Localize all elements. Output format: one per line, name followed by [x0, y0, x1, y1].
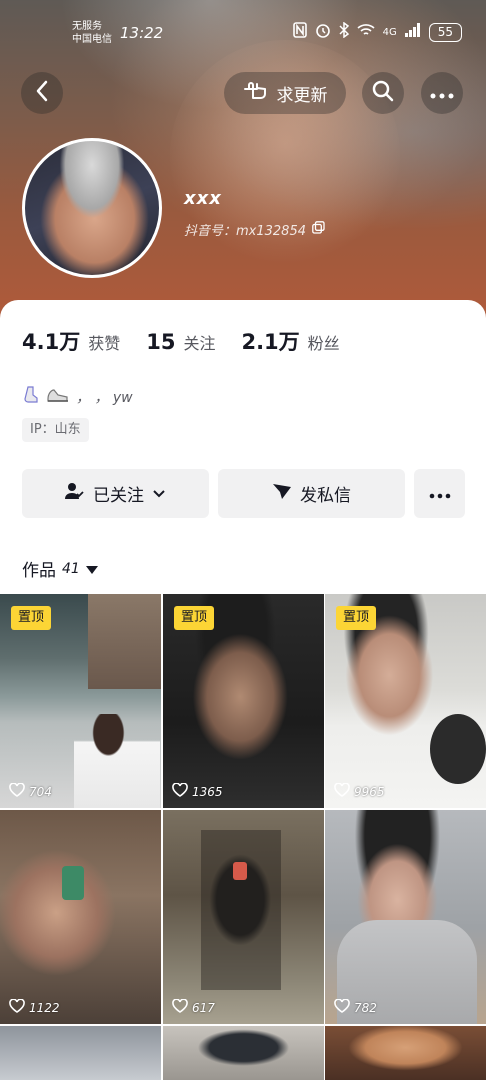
carrier-info: 无服务 中国电信: [72, 20, 112, 46]
sneaker-icon: [46, 386, 70, 408]
like-count: 9965: [334, 782, 385, 800]
works-tab-label: 作品: [22, 561, 56, 581]
pointing-hand-icon: [243, 80, 269, 107]
status-bar: 无服务 中国电信 13:22 4G 55: [0, 0, 486, 62]
heart-icon: [334, 998, 350, 1016]
video-tile[interactable]: 置顶 9965: [325, 594, 486, 808]
chevron-left-icon: [35, 80, 49, 106]
like-count-value: 782: [354, 1000, 377, 1015]
douyin-id: 抖音号：mx132854: [184, 220, 325, 239]
following-count[interactable]: 15: [146, 330, 175, 354]
followers-label[interactable]: 粉丝: [308, 330, 340, 354]
pinned-badge: 置顶: [11, 606, 52, 630]
avatar[interactable]: [22, 138, 162, 278]
video-tile[interactable]: [325, 1026, 486, 1080]
more-actions-button[interactable]: [414, 469, 465, 518]
carrier-line-1: 无服务: [72, 21, 102, 32]
caret-down-icon: [85, 559, 98, 579]
pinned-badge: 置顶: [336, 606, 377, 630]
like-count-value: 1365: [192, 784, 223, 799]
like-count-value: 9965: [354, 784, 385, 799]
video-tile[interactable]: [0, 1026, 161, 1080]
followers-count[interactable]: 2.1万: [241, 326, 299, 356]
nfc-icon: [292, 22, 307, 42]
heart-icon: [172, 998, 188, 1016]
video-tile[interactable]: [163, 1026, 324, 1080]
wifi-icon: [357, 23, 375, 41]
search-icon: [372, 80, 394, 106]
like-count: 782: [334, 998, 377, 1016]
status-icons: 4G 55: [292, 21, 462, 42]
like-count-value: 617: [192, 1000, 215, 1015]
more-dots-icon: [429, 484, 451, 504]
username: xxx: [184, 188, 222, 209]
send-message-label: 发私信: [300, 486, 351, 506]
profile-stats: 4.1万 获赞 15 关注 2.1万 粉丝: [22, 326, 358, 356]
like-count: 617: [172, 998, 215, 1016]
likes-label: 获赞: [88, 334, 121, 353]
alarm-icon: [315, 22, 331, 42]
signal-icon: [404, 23, 421, 41]
carrier-line-2: 中国电信: [72, 34, 112, 45]
bio-text: ， ， yw: [76, 390, 133, 406]
user-check-icon: [65, 482, 85, 505]
back-button[interactable]: [21, 72, 63, 114]
works-count: 41: [62, 560, 80, 577]
bluetooth-icon: [339, 21, 349, 42]
pinned-badge: 置顶: [174, 606, 215, 630]
video-tile[interactable]: 617: [163, 810, 324, 1024]
video-tile[interactable]: 1122: [0, 810, 161, 1024]
tab-works[interactable]: 作品 41: [22, 556, 98, 581]
battery-indicator: 55: [428, 22, 462, 42]
send-arrow-icon: [272, 482, 292, 505]
more-dots-icon: [430, 84, 454, 103]
sock-icon: [22, 386, 40, 408]
request-update-button[interactable]: 求更新: [224, 72, 346, 114]
chevron-down-icon: [152, 484, 166, 504]
more-button[interactable]: [421, 72, 463, 114]
video-tile[interactable]: 置顶 704: [0, 594, 161, 808]
heart-icon: [9, 782, 25, 800]
following-button-label: 已关注: [93, 486, 144, 506]
douyin-id-text: 抖音号：mx132854: [184, 224, 306, 239]
like-count: 1122: [9, 998, 60, 1016]
send-message-button[interactable]: 发私信: [218, 469, 405, 518]
following-button[interactable]: 已关注: [22, 469, 209, 518]
search-button[interactable]: [362, 72, 404, 114]
heart-icon: [334, 782, 350, 800]
like-count-value: 704: [29, 784, 52, 799]
heart-icon: [172, 782, 188, 800]
video-tile[interactable]: 置顶 1365: [163, 594, 324, 808]
like-count: 1365: [172, 782, 223, 800]
network-type: 4G: [382, 26, 397, 38]
following-label[interactable]: 关注: [183, 330, 215, 354]
ip-location-tag: IP：山东: [22, 418, 89, 442]
like-count-value: 1122: [29, 1000, 60, 1015]
like-count: 704: [9, 782, 52, 800]
video-tile[interactable]: 782: [325, 810, 486, 1024]
likes-count: 4.1万: [22, 330, 81, 354]
request-update-label: 求更新: [276, 85, 328, 106]
heart-icon: [9, 998, 25, 1016]
copy-icon[interactable]: [312, 221, 325, 238]
bio: ， ， yw: [22, 386, 133, 408]
status-time: 13:22: [120, 24, 164, 42]
